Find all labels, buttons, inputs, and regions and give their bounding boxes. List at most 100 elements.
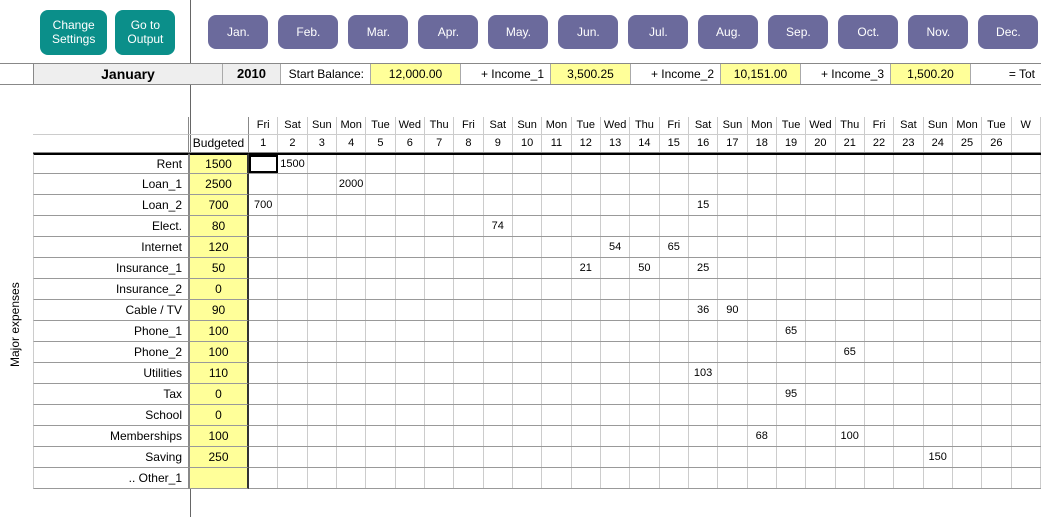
day-cell[interactable] [308, 405, 337, 425]
day-cell[interactable]: 700 [249, 195, 278, 215]
day-cell[interactable] [777, 237, 806, 257]
day-cell[interactable] [396, 342, 425, 362]
day-cell[interactable] [924, 342, 953, 362]
day-cell[interactable] [396, 155, 425, 173]
income1-value[interactable]: 3,500.25 [551, 64, 631, 84]
day-cell[interactable] [982, 363, 1011, 383]
day-cell[interactable] [982, 342, 1011, 362]
day-cell[interactable] [630, 363, 659, 383]
day-cell[interactable] [542, 216, 571, 236]
day-cell[interactable] [278, 384, 307, 404]
budget-cell[interactable]: 110 [189, 363, 249, 384]
day-cell[interactable] [924, 468, 953, 488]
day-cell[interactable]: 15 [689, 195, 718, 215]
day-cell[interactable] [1012, 405, 1041, 425]
day-cell[interactable] [425, 300, 454, 320]
day-cell[interactable]: 1500 [278, 155, 307, 173]
day-cell[interactable] [484, 258, 513, 278]
day-cell[interactable] [249, 258, 278, 278]
day-cell[interactable] [806, 174, 835, 194]
day-cell[interactable] [689, 384, 718, 404]
day-cell[interactable] [836, 384, 865, 404]
day-cell[interactable] [689, 216, 718, 236]
day-cell[interactable] [806, 237, 835, 257]
month-tab-jul[interactable]: Jul. [628, 15, 688, 49]
day-cell[interactable] [806, 300, 835, 320]
day-cell[interactable] [601, 258, 630, 278]
day-cell[interactable] [836, 363, 865, 383]
day-cell[interactable] [748, 216, 777, 236]
day-cell[interactable]: 25 [689, 258, 718, 278]
day-cell[interactable] [337, 237, 366, 257]
day-cell[interactable] [689, 279, 718, 299]
day-cell[interactable] [894, 405, 923, 425]
day-cell[interactable] [572, 279, 601, 299]
day-cell[interactable] [278, 342, 307, 362]
day-cell[interactable] [630, 155, 659, 173]
day-cell[interactable] [337, 426, 366, 446]
day-cell[interactable] [748, 258, 777, 278]
day-cell[interactable] [249, 155, 278, 173]
day-cell[interactable] [777, 174, 806, 194]
day-cell[interactable] [748, 237, 777, 257]
day-cell[interactable] [748, 174, 777, 194]
day-cell[interactable] [689, 342, 718, 362]
day-cell[interactable] [278, 447, 307, 467]
month-tab-jun[interactable]: Jun. [558, 15, 618, 49]
day-cell[interactable] [689, 321, 718, 341]
day-cell[interactable] [718, 321, 747, 341]
day-cell[interactable] [924, 426, 953, 446]
day-cell[interactable] [454, 321, 483, 341]
day-cell[interactable] [454, 258, 483, 278]
day-cell[interactable] [513, 321, 542, 341]
day-cell[interactable] [836, 300, 865, 320]
day-cell[interactable]: 21 [572, 258, 601, 278]
day-cell[interactable] [278, 258, 307, 278]
day-cell[interactable] [777, 447, 806, 467]
day-cell[interactable] [366, 174, 395, 194]
day-cell[interactable] [660, 174, 689, 194]
month-tab-mar[interactable]: Mar. [348, 15, 408, 49]
budget-cell[interactable]: 0 [189, 384, 249, 405]
day-cell[interactable] [249, 300, 278, 320]
day-cell[interactable] [278, 174, 307, 194]
day-cell[interactable] [396, 426, 425, 446]
day-cell[interactable] [425, 195, 454, 215]
day-cell[interactable] [806, 321, 835, 341]
day-cell[interactable] [366, 426, 395, 446]
day-cell[interactable] [777, 342, 806, 362]
day-cell[interactable] [894, 155, 923, 173]
day-cell[interactable] [865, 155, 894, 173]
day-cell[interactable] [308, 321, 337, 341]
day-cell[interactable] [1012, 216, 1041, 236]
budget-cell[interactable]: 700 [189, 195, 249, 216]
day-cell[interactable] [718, 363, 747, 383]
day-cell[interactable] [630, 216, 659, 236]
day-cell[interactable] [396, 363, 425, 383]
day-cell[interactable]: 54 [601, 237, 630, 257]
day-cell[interactable] [953, 237, 982, 257]
day-cell[interactable] [425, 237, 454, 257]
day-cell[interactable] [601, 426, 630, 446]
day-cell[interactable] [982, 279, 1011, 299]
day-cell[interactable] [572, 321, 601, 341]
day-cell[interactable] [806, 405, 835, 425]
day-cell[interactable] [278, 237, 307, 257]
day-cell[interactable] [572, 216, 601, 236]
day-cell[interactable] [718, 155, 747, 173]
day-cell[interactable] [572, 363, 601, 383]
day-cell[interactable] [660, 279, 689, 299]
day-cell[interactable] [249, 342, 278, 362]
day-cell[interactable] [601, 384, 630, 404]
day-cell[interactable] [865, 237, 894, 257]
month-tab-feb[interactable]: Feb. [278, 15, 338, 49]
day-cell[interactable] [337, 300, 366, 320]
month-tab-sep[interactable]: Sep. [768, 15, 828, 49]
day-cell[interactable] [454, 195, 483, 215]
day-cell[interactable] [484, 384, 513, 404]
day-cell[interactable] [953, 405, 982, 425]
day-cell[interactable] [689, 405, 718, 425]
day-cell[interactable] [982, 426, 1011, 446]
day-cell[interactable] [572, 195, 601, 215]
day-cell[interactable] [953, 279, 982, 299]
